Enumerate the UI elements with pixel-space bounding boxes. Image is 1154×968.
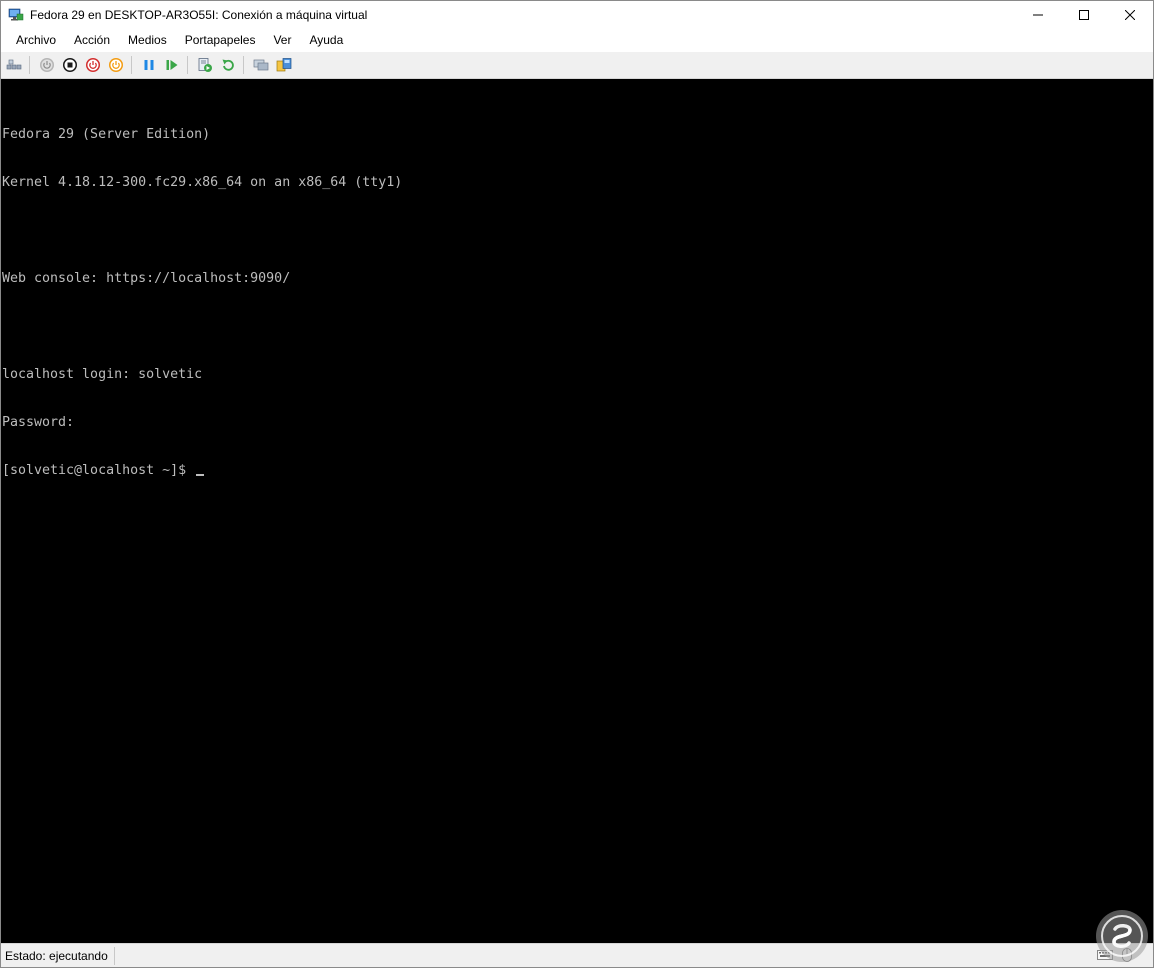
minimize-icon xyxy=(1033,14,1043,16)
turn-off-button[interactable] xyxy=(60,55,80,75)
close-icon xyxy=(1125,10,1135,20)
status-bar: Estado: ejecutando xyxy=(1,943,1153,967)
resume-icon xyxy=(166,60,178,70)
toolbar xyxy=(1,52,1153,79)
resume-button[interactable] xyxy=(162,55,182,75)
turn-off-icon xyxy=(63,58,77,72)
shut-down-icon xyxy=(86,58,100,72)
shut-down-button[interactable] xyxy=(83,55,103,75)
console-line: localhost login: solvetic xyxy=(2,367,203,382)
menu-portapapeles[interactable]: Portapapeles xyxy=(177,29,263,52)
revert-button[interactable] xyxy=(218,55,238,75)
checkpoint-button[interactable] xyxy=(195,55,215,75)
status-text: Estado: ejecutando xyxy=(5,946,115,965)
solvetic-watermark-logo xyxy=(1094,908,1150,964)
title-bar[interactable]: Fedora 29 en DESKTOP-AR3O55I: Conexión a… xyxy=(1,1,1153,29)
menu-bar: Archivo Acción Medios Portapapeles Ver A… xyxy=(1,29,1153,52)
share-icon xyxy=(276,58,292,72)
window-title: Fedora 29 en DESKTOP-AR3O55I: Conexión a… xyxy=(30,8,368,22)
toolbar-separator xyxy=(29,56,30,74)
menu-ayuda[interactable]: Ayuda xyxy=(301,29,350,52)
pause-button[interactable] xyxy=(139,55,159,75)
revert-icon xyxy=(222,59,234,71)
share-button[interactable] xyxy=(274,55,294,75)
menu-ver[interactable]: Ver xyxy=(265,29,298,52)
console-line: Web console: https://localhost:9090/ xyxy=(2,271,291,286)
menu-accion[interactable]: Acción xyxy=(66,29,117,52)
toolbar-separator xyxy=(131,56,132,74)
toolbar-separator xyxy=(187,56,188,74)
checkpoint-icon xyxy=(198,58,212,72)
vm-connection-window: Fedora 29 en DESKTOP-AR3O55I: Conexión a… xyxy=(0,0,1154,968)
console-line: Password: xyxy=(2,415,75,430)
ctrl-alt-del-button[interactable] xyxy=(4,55,24,75)
close-button[interactable] xyxy=(1107,1,1153,29)
start-icon xyxy=(40,58,54,72)
text-cursor xyxy=(196,474,205,476)
start-button[interactable] xyxy=(37,55,57,75)
toolbar-separator xyxy=(243,56,244,74)
menu-archivo[interactable]: Archivo xyxy=(8,29,63,52)
enhanced-session-button[interactable] xyxy=(251,55,271,75)
enhanced-session-icon xyxy=(253,59,269,71)
console-prompt-line: [solvetic@localhost ~]$ xyxy=(2,463,402,479)
ctrl-alt-del-icon xyxy=(6,59,22,70)
save-button[interactable] xyxy=(106,55,126,75)
save-icon xyxy=(109,58,123,72)
vm-console-screen[interactable]: Fedora 29 (Server Edition) Kernel 4.18.1… xyxy=(1,79,1153,943)
menu-medios[interactable]: Medios xyxy=(120,29,174,52)
console-prompt: [solvetic@localhost ~]$ xyxy=(2,463,195,478)
vm-connect-icon xyxy=(8,7,24,23)
minimize-button[interactable] xyxy=(1015,1,1061,29)
console-line: Fedora 29 (Server Edition) xyxy=(2,127,211,142)
console-line: Kernel 4.18.12-300.fc29.x86_64 on an x86… xyxy=(2,175,403,190)
window-controls xyxy=(1015,1,1153,29)
pause-icon xyxy=(144,60,154,70)
maximize-icon xyxy=(1079,10,1089,20)
console-output: Fedora 29 (Server Edition) Kernel 4.18.1… xyxy=(2,95,402,511)
maximize-button[interactable] xyxy=(1061,1,1107,29)
